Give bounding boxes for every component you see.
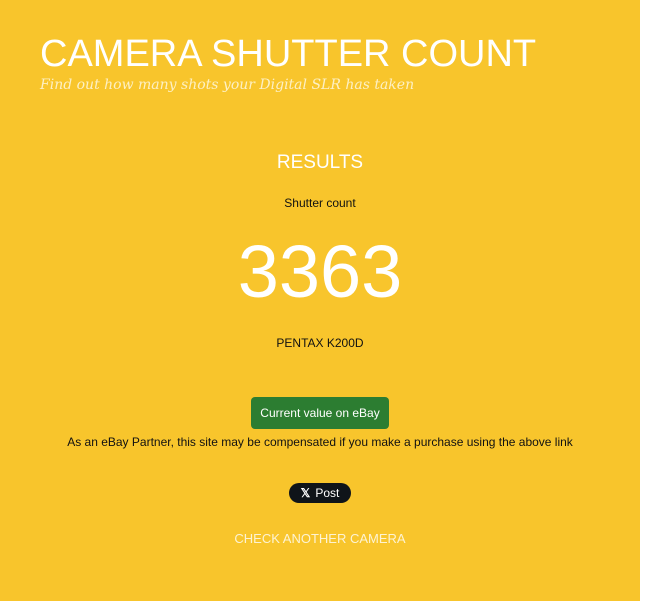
share-container: 𝕏 Post	[0, 483, 640, 503]
results-heading: RESULTS	[276, 152, 364, 173]
page-background: CAMERA SHUTTER COUNT Find out how many s…	[0, 0, 640, 601]
right-edge-strip	[640, 0, 649, 601]
check-another-camera-link[interactable]: CHECK ANOTHER CAMERA	[0, 531, 640, 547]
ebay-disclaimer: As an eBay Partner, this site may be com…	[67, 435, 573, 449]
x-post-button[interactable]: 𝕏 Post	[288, 483, 352, 503]
x-logo-icon: 𝕏	[300, 486, 311, 500]
camera-model: PENTAX K200D	[276, 336, 364, 350]
shutter-count-label: Shutter count	[284, 196, 356, 210]
ebay-button-container: Current value on eBay	[0, 397, 640, 429]
x-post-label: Post	[315, 486, 340, 500]
ebay-value-button[interactable]: Current value on eBay	[251, 397, 389, 429]
shutter-count-value: 3363	[237, 230, 403, 313]
site-title: CAMERA SHUTTER COUNT	[40, 33, 537, 75]
site-tagline: Find out how many shots your Digital SLR…	[40, 77, 415, 93]
